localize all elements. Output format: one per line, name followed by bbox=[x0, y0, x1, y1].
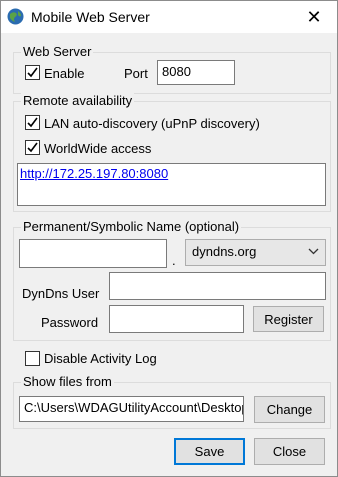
password-input[interactable] bbox=[109, 305, 244, 333]
register-button[interactable]: Register bbox=[253, 306, 324, 332]
dyndns-user-input[interactable] bbox=[109, 272, 326, 300]
close-icon[interactable]: ✕ bbox=[291, 1, 337, 33]
disable-activity-log-checkbox[interactable] bbox=[25, 351, 40, 366]
worldwide-access-label: WorldWide access bbox=[44, 141, 152, 156]
worldwide-access-checkbox[interactable] bbox=[25, 140, 40, 155]
checkmark-icon bbox=[27, 142, 38, 153]
port-input[interactable]: 8080 bbox=[157, 60, 235, 85]
change-button[interactable]: Change bbox=[254, 396, 325, 423]
dyndns-user-label: DynDns User bbox=[22, 286, 100, 301]
web-server-legend: Web Server bbox=[21, 44, 94, 59]
close-button[interactable]: Close bbox=[254, 438, 325, 465]
checkmark-icon bbox=[27, 117, 38, 128]
mobile-web-server-window: Mobile Web Server ✕ Web Server Enable Po… bbox=[0, 0, 338, 477]
enable-label: Enable bbox=[44, 66, 85, 81]
save-button[interactable]: Save bbox=[174, 438, 245, 465]
globe-icon bbox=[7, 8, 24, 25]
lan-discovery-checkbox[interactable] bbox=[25, 115, 40, 130]
password-label: Password bbox=[41, 315, 99, 330]
remote-availability-legend: Remote availability bbox=[21, 93, 135, 108]
port-label: Port bbox=[124, 66, 148, 81]
permanent-name-legend: Permanent/Symbolic Name (optional) bbox=[21, 219, 242, 234]
show-files-legend: Show files from bbox=[21, 374, 114, 389]
checkmark-icon bbox=[27, 67, 38, 78]
disable-activity-log-label: Disable Activity Log bbox=[44, 351, 157, 366]
dot-separator: . bbox=[172, 253, 176, 268]
chevron-down-icon bbox=[308, 248, 319, 255]
domain-select[interactable]: dyndns.org bbox=[185, 239, 326, 266]
server-url-link[interactable]: http://172.25.197.80:8080 bbox=[20, 166, 168, 181]
files-path-input[interactable]: C:\Users\WDAGUtilityAccount\Desktop bbox=[19, 396, 244, 422]
symbolic-name-input[interactable] bbox=[19, 239, 167, 268]
enable-checkbox[interactable] bbox=[25, 65, 40, 80]
domain-select-value: dyndns.org bbox=[192, 244, 257, 259]
lan-discovery-label: LAN auto-discovery (uPnP discovery) bbox=[44, 116, 260, 131]
title-bar: Mobile Web Server ✕ bbox=[1, 1, 337, 33]
window-title: Mobile Web Server bbox=[31, 9, 150, 25]
